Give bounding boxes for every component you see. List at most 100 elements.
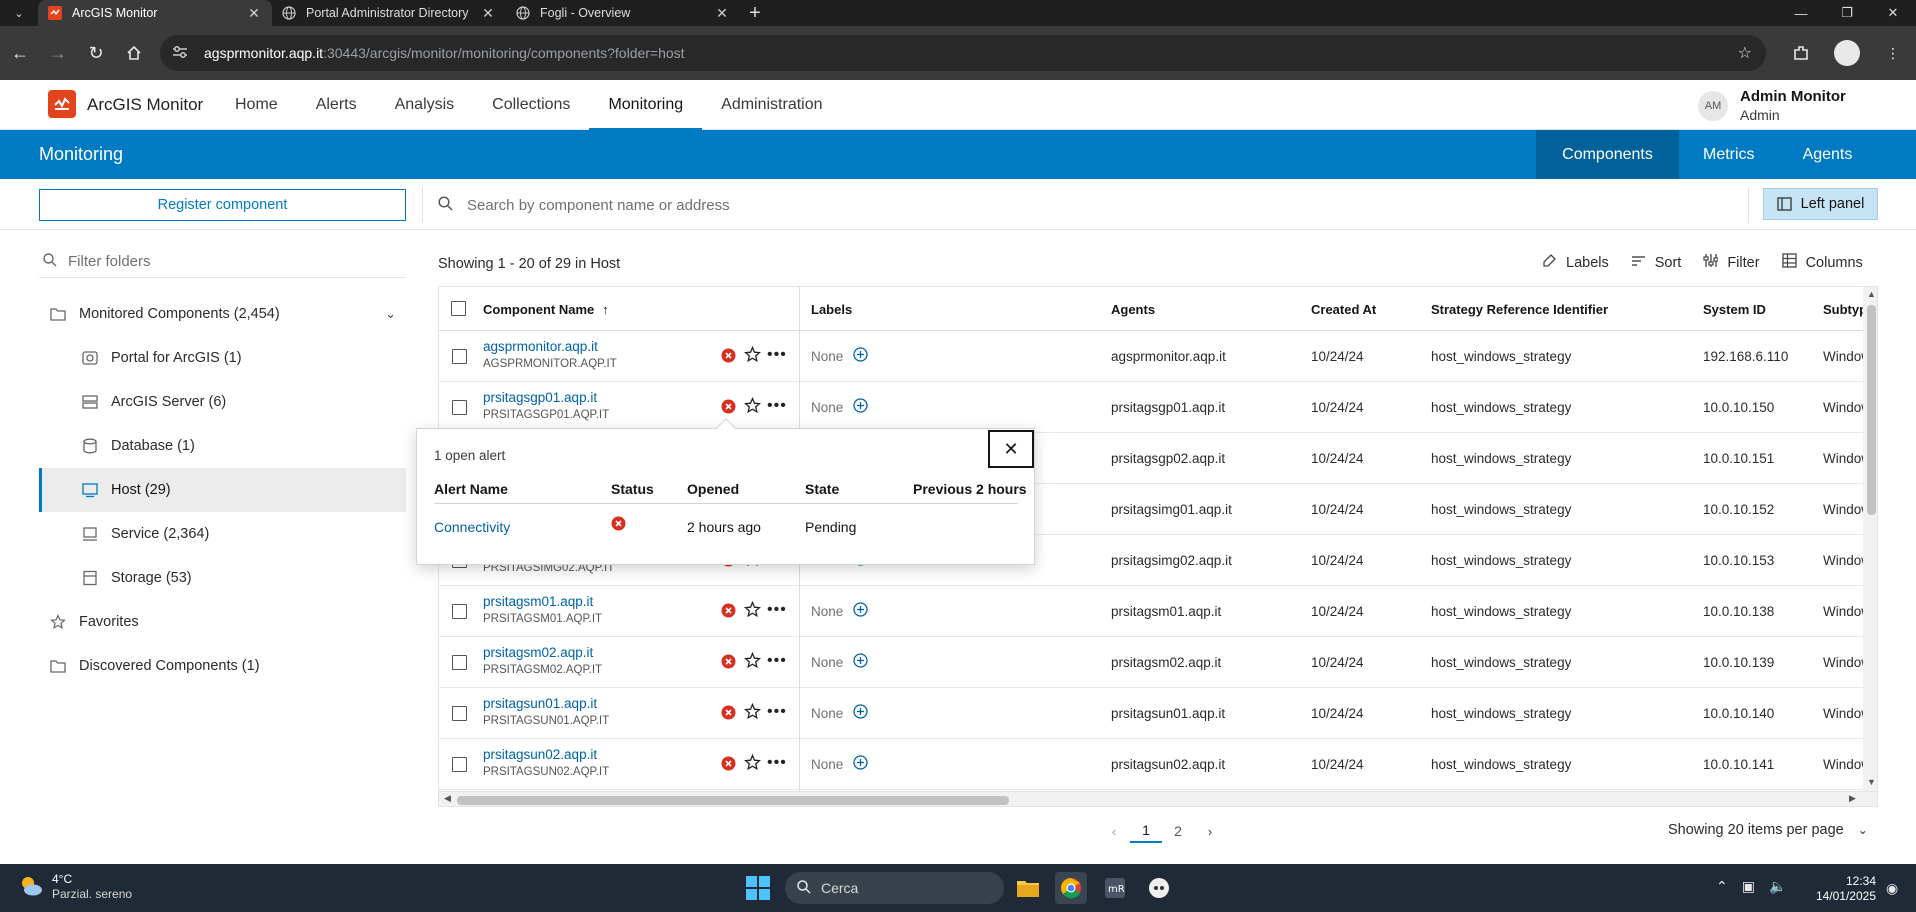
column-header-created-at[interactable]: Created At [1311,287,1376,331]
bookmark-star-icon[interactable]: ☆ [1738,43,1752,63]
table-row[interactable]: prsitagsm02.aqp.it PRSITAGSM02.AQP.IT ••• N… [439,637,1877,688]
column-header-agents[interactable]: Agents [1111,287,1155,331]
favorite-star-icon[interactable] [743,345,762,366]
left-panel-button[interactable]: Left panel [1763,188,1878,220]
component-name-link[interactable]: prsitagsun01.aqp.it [483,695,609,713]
more-options-icon[interactable]: ••• [767,346,787,364]
add-label-icon[interactable] [853,347,868,365]
add-label-icon[interactable] [853,398,868,416]
add-label-icon[interactable] [853,704,868,722]
scroll-right-icon[interactable]: ▶ [1849,793,1856,804]
browser-tab-fogli[interactable]: Fogli - Overview ✕ [506,0,740,26]
reload-icon[interactable]: ↻ [78,35,114,71]
error-status-icon[interactable] [721,348,736,366]
nav-monitoring[interactable]: Monitoring [589,80,702,131]
add-label-icon[interactable] [853,755,868,773]
sort-button[interactable]: Sort [1631,253,1681,272]
chevron-down-icon[interactable]: ⌄ [385,306,396,322]
row-checkbox[interactable] [452,400,467,415]
row-checkbox[interactable] [452,757,467,772]
error-status-icon[interactable] [721,705,736,723]
browser-menu-icon[interactable]: ⋮ [1870,45,1916,62]
filter-folders-input[interactable]: Filter folders [39,246,406,278]
sidebar-item-discovered-components[interactable]: Discovered Components (1) [39,644,406,688]
horizontal-scroll-thumb[interactable] [457,796,1009,805]
sidebar-item-host[interactable]: Host (29) [39,468,406,512]
favorite-star-icon[interactable] [743,600,762,621]
tab-agents[interactable]: Agents [1779,130,1877,179]
component-search-input[interactable]: Search by component name or address [438,189,1738,221]
sidebar-item-database[interactable]: Database (1) [39,424,406,468]
more-options-icon[interactable]: ••• [767,652,787,670]
row-checkbox[interactable] [452,349,467,364]
error-status-icon[interactable] [721,654,736,672]
more-options-icon[interactable]: ••• [767,397,787,415]
sidebar-item-service[interactable]: Service (2,364) [39,512,406,556]
horizontal-scrollbar[interactable]: ◀ ▶ [439,791,1877,806]
table-row[interactable]: prsitagsun01.aqp.it PRSITAGSUN01.AQP.IT ••… [439,688,1877,739]
table-row[interactable]: prsitagsun02.aqp.it PRSITAGSUN02.AQP.IT ••… [439,739,1877,790]
popover-close-button[interactable]: ✕ [988,430,1034,468]
scroll-down-icon[interactable]: ▼ [1867,777,1876,787]
extensions-icon[interactable] [1778,44,1824,62]
columns-button[interactable]: Columns [1781,253,1863,272]
add-label-icon[interactable] [853,653,868,671]
close-tab-icon[interactable]: ✕ [714,5,730,22]
page-size-select[interactable]: Showing 20 items per page ⌄ [1668,822,1868,838]
previous-page-icon[interactable]: ‹ [1098,819,1130,843]
page-1-button[interactable]: 1 [1130,819,1162,843]
sidebar-item-monitored-components[interactable]: Monitored Components (2,454) ⌄ [39,292,406,336]
column-header-strategy[interactable]: Strategy Reference Identifier [1431,287,1608,331]
restore-icon[interactable]: ❐ [1824,0,1870,26]
taskbar-search-input[interactable]: Cerca [785,872,1004,904]
sidebar-item-storage[interactable]: Storage (53) [39,556,406,600]
component-name-link[interactable]: prsitagsgp01.aqp.it [483,389,609,407]
chrome-icon[interactable] [1055,872,1087,904]
address-bar[interactable]: agsprmonitor.aqp.it:30443/arcgis/monitor… [160,35,1766,71]
sidebar-item-favorites[interactable]: Favorites [39,600,406,644]
page-2-button[interactable]: 2 [1162,819,1194,843]
app-circle-icon[interactable] [1143,872,1175,904]
add-label-icon[interactable] [853,602,868,620]
app-name[interactable]: ArcGIS Monitor [87,95,203,115]
user-menu[interactable]: AM Admin Monitor Admin [1698,87,1846,125]
home-icon[interactable] [116,35,152,71]
component-name-link[interactable]: prsitagsm01.aqp.it [483,593,602,611]
nav-alerts[interactable]: Alerts [297,80,376,130]
favorite-star-icon[interactable] [743,651,762,672]
favorite-star-icon[interactable] [743,753,762,774]
taskbar-clock[interactable]: 12:34 14/01/2025 [1810,874,1876,904]
component-name-link[interactable]: agsprmonitor.aqp.it [483,338,617,356]
tab-metrics[interactable]: Metrics [1679,130,1779,179]
windows-start-icon[interactable] [746,876,770,903]
remote-app-icon[interactable]: mR [1099,872,1131,904]
browser-tab-portal-admin[interactable]: Portal Administrator Directory ✕ [272,0,506,26]
favorite-star-icon[interactable] [743,702,762,723]
vertical-scrollbar[interactable]: ▲ ▼ [1863,287,1877,791]
table-row[interactable]: agsprmonitor.aqp.it AGSPRMONITOR.AQP.IT ••… [439,331,1877,382]
site-settings-icon[interactable] [172,45,190,62]
error-status-icon[interactable] [721,756,736,774]
back-icon[interactable]: ← [2,35,38,71]
window-close-icon[interactable]: ✕ [1870,0,1916,26]
favorite-star-icon[interactable] [743,396,762,417]
nav-collections[interactable]: Collections [473,80,589,130]
column-header-component-name[interactable]: Component Name ↑ [483,287,609,331]
more-options-icon[interactable]: ••• [767,703,787,721]
network-icon[interactable]: ▣ [1742,878,1755,895]
notification-icon[interactable]: ◉ [1886,880,1898,897]
column-header-labels[interactable]: Labels [811,287,852,331]
weather-widget[interactable]: 4°C Parzial. sereno [18,872,132,902]
row-checkbox[interactable] [452,655,467,670]
table-row[interactable]: prsitagsgp01.aqp.it PRSITAGSGP01.AQP.IT ••… [439,382,1877,433]
nav-home[interactable]: Home [216,80,297,130]
next-page-icon[interactable]: › [1194,819,1226,843]
error-status-icon[interactable] [721,603,736,621]
component-name-link[interactable]: prsitagsun02.aqp.it [483,746,609,764]
arcgis-monitor-logo-icon[interactable] [48,90,76,118]
profile-avatar-icon[interactable] [1834,40,1860,66]
minimize-icon[interactable]: — [1778,0,1824,26]
more-options-icon[interactable]: ••• [767,601,787,619]
close-tab-icon[interactable]: ✕ [246,5,262,22]
nav-administration[interactable]: Administration [702,80,841,130]
